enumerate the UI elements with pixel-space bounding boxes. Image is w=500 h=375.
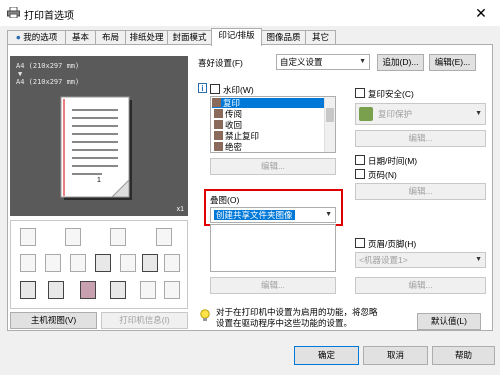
original-paper-size: A4 (210x297 mm) [16, 78, 80, 86]
overlay-select[interactable]: 创建共享文件夹图像 ▼ [210, 207, 336, 223]
print-preferences-window: 打印首选项 ✕ ● 我的选项 基本 布局 排纸处理 封面模式 印记/排版 图像品… [0, 0, 500, 375]
overlay-edit-button[interactable]: 编辑... [210, 277, 336, 294]
list-item[interactable]: 绝密 [214, 142, 242, 152]
help-button[interactable]: 帮助 [432, 346, 495, 365]
scroll-thumb[interactable] [326, 108, 334, 122]
function-icon-grid [10, 220, 188, 309]
list-item[interactable]: 复印 [212, 98, 324, 108]
tab-my-options[interactable]: ● 我的选项 [7, 30, 66, 45]
combine-icon [45, 254, 61, 272]
secure-print-icon [110, 281, 126, 299]
proof-print-icon [164, 281, 180, 299]
paper-tray-icon [20, 228, 36, 246]
list-item[interactable]: 禁止复印 [214, 131, 259, 141]
datetime-label: 日期/时间(M) [368, 156, 418, 166]
stamp-person-icon [214, 120, 223, 129]
header-footer-edit-button[interactable]: 编辑... [355, 277, 486, 294]
favorite-setting-label: 喜好设置(F) [198, 58, 243, 68]
output-paper-size: A4 (210x297 mm) [16, 62, 80, 70]
chevron-down-icon: ▼ [475, 256, 482, 263]
down-arrow-icon: ▼ [18, 70, 23, 78]
stamp-person-icon [212, 98, 221, 107]
tab-other[interactable]: 其它 [305, 30, 336, 45]
punch-icon [120, 254, 136, 272]
list-item[interactable]: 传阅 [214, 109, 242, 119]
page-number-edit-button[interactable]: 编辑... [355, 183, 486, 200]
cancel-button[interactable]: 取消 [363, 346, 428, 365]
note-line-2: 设置在驱动程序中这些功能的设置。 [216, 318, 353, 328]
chevron-down-icon: ▼ [325, 211, 332, 218]
tab-finishing[interactable]: 排纸处理 [125, 30, 168, 45]
info-icon: i [198, 83, 207, 93]
favorite-setting-select[interactable]: 自定义设置 ▼ [276, 54, 370, 70]
watermark-edit-button[interactable]: 编辑... [210, 158, 336, 175]
title-bar: 打印首选项 ✕ [0, 0, 500, 26]
user-auth-icon [48, 281, 64, 299]
header-footer-label: 页眉/页脚(H) [368, 239, 417, 249]
document-page-icon [60, 96, 132, 200]
chevron-down-icon: ▼ [359, 58, 366, 65]
font-icon [95, 254, 111, 272]
staple-icon [156, 228, 172, 246]
page-number-label: 1 [97, 177, 101, 184]
watermark-list[interactable]: 复印 传阅 收回 禁止复印 绝密 [210, 96, 336, 153]
tab-stamp-layout[interactable]: 印记/排版 [211, 28, 262, 46]
stamp-person-icon [214, 142, 223, 151]
overlay-label: 叠图(O) [210, 195, 240, 205]
watermark-checkbox[interactable] [210, 84, 220, 94]
overlay-icon [142, 254, 158, 272]
close-icon[interactable]: ✕ [462, 0, 500, 26]
tab-layout[interactable]: 布局 [95, 30, 126, 45]
datetime-checkbox[interactable] [355, 155, 365, 165]
watermark-label: 水印(W) [223, 85, 254, 95]
page-number-label-text: 页码(N) [368, 170, 397, 180]
tab-image-quality[interactable]: 图像品质 [261, 30, 306, 45]
tab-basic[interactable]: 基本 [65, 30, 96, 45]
window-title: 打印首选项 [24, 11, 74, 22]
add-favorite-button[interactable]: 追加(D)... [377, 54, 424, 71]
sort-icon [110, 228, 126, 246]
stamp-person-icon [214, 131, 223, 140]
overlay-list[interactable] [210, 224, 336, 272]
copy-security-edit-button[interactable]: 编辑... [355, 130, 486, 147]
copy-security-label: 复印安全(C) [368, 89, 414, 99]
stamp-person-icon [214, 109, 223, 118]
printer-info-button[interactable]: 打印机信息(I) [101, 312, 188, 329]
ok-button[interactable]: 确定 [294, 346, 359, 365]
duplex-icon [20, 254, 36, 272]
note-line-1: 对于在打印机中设置为启用的功能，将忽略 [216, 307, 378, 317]
lightbulb-icon [200, 309, 210, 322]
box-save-icon [140, 281, 156, 299]
account-track-icon [80, 281, 96, 299]
shield-icon [359, 107, 373, 121]
edit-favorite-button[interactable]: 编辑(E)... [429, 54, 476, 71]
tab-cover-mode[interactable]: 封面模式 [167, 30, 212, 45]
stamp-icon [164, 254, 180, 272]
paper-icon [65, 228, 81, 246]
person-icon: ● [15, 32, 21, 42]
watermark-icon [20, 281, 36, 299]
printer-icon [7, 7, 20, 18]
default-button[interactable]: 默认值(L) [417, 313, 481, 330]
copy-security-checkbox[interactable] [355, 88, 365, 98]
list-item[interactable]: 收回 [214, 120, 242, 130]
header-footer-checkbox[interactable] [355, 238, 365, 248]
booklet-icon [70, 254, 86, 272]
main-view-button[interactable]: 主机视图(V) [10, 312, 97, 329]
page-number-checkbox[interactable] [355, 169, 365, 179]
header-footer-select[interactable]: <机器设置1> ▼ [355, 252, 486, 268]
page-preview: A4 (210x297 mm) ▼ A4 (210x297 mm) 1 x1 [10, 56, 188, 216]
watermark-scrollbar[interactable] [324, 97, 335, 152]
copy-security-select[interactable]: 复印保护 ▼ [355, 103, 486, 125]
chevron-down-icon: ▼ [475, 110, 482, 117]
copies-count: x1 [176, 206, 184, 213]
